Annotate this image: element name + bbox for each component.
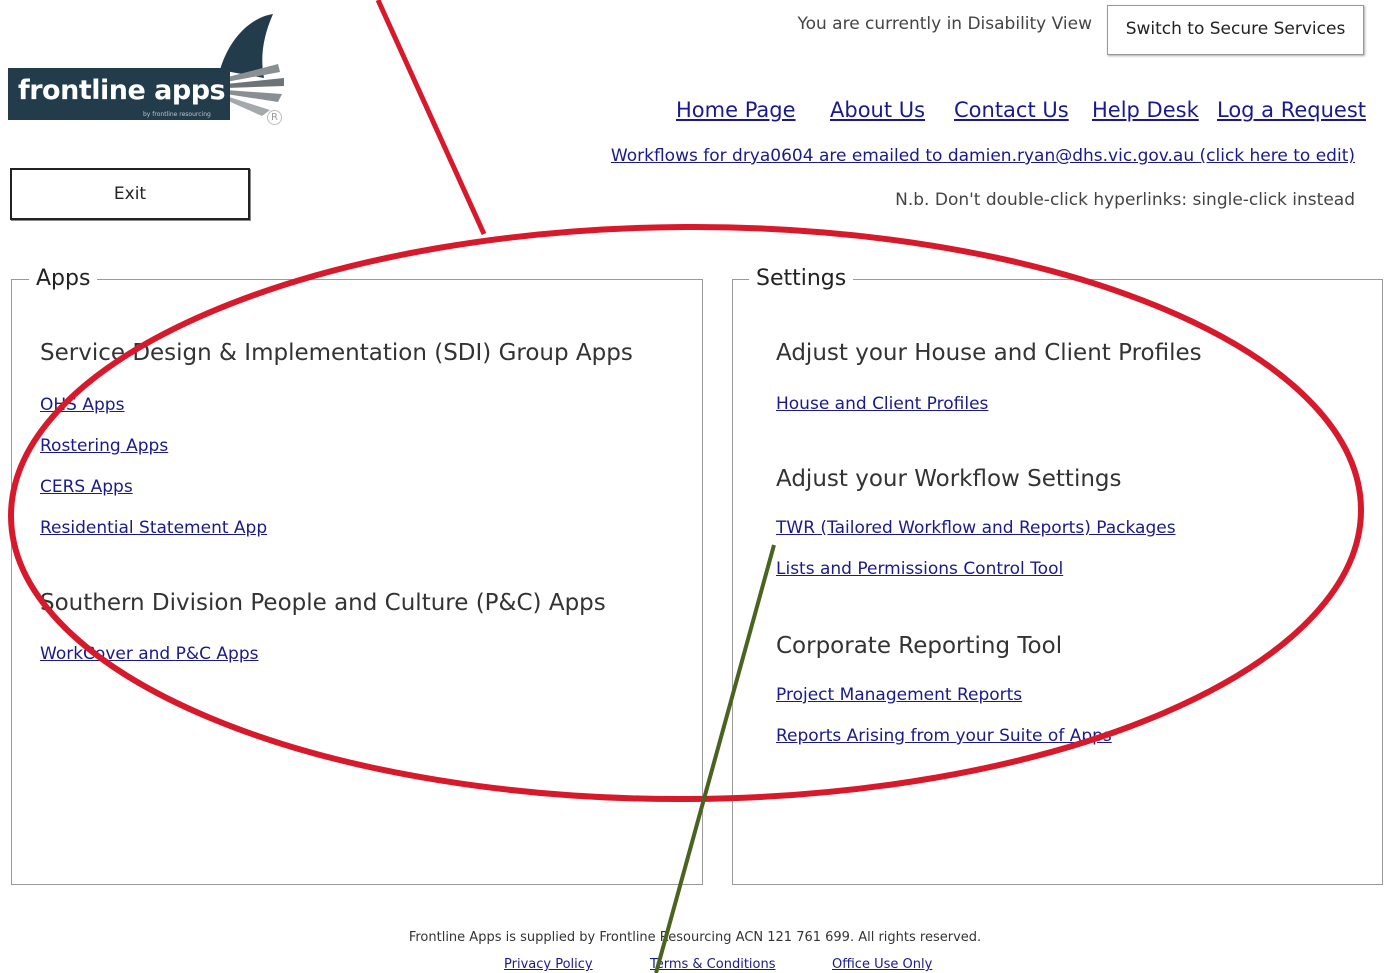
nav-log-a-request[interactable]: Log a Request: [1217, 98, 1366, 122]
footer-copyright: Frontline Apps is supplied by Frontline …: [408, 930, 982, 945]
apps-panel: Apps Service Design & Implementation (SD…: [11, 266, 703, 885]
residential-statement-app-link[interactable]: Residential Statement App: [40, 518, 267, 538]
current-view-text: You are currently in Disability View: [797, 14, 1092, 34]
corporate-reporting-heading: Corporate Reporting Tool: [776, 633, 1063, 659]
house-client-profiles-link[interactable]: House and Client Profiles: [776, 394, 988, 414]
logo-name: frontline apps: [18, 75, 226, 106]
nav-home-page[interactable]: Home Page: [676, 98, 796, 122]
project-management-reports-link[interactable]: Project Management Reports: [776, 685, 1022, 705]
workflow-settings-heading: Adjust your Workflow Settings: [776, 466, 1122, 492]
cers-apps-link[interactable]: CERS Apps: [40, 477, 133, 497]
pc-group-heading: Southern Division People and Culture (P&…: [40, 590, 606, 616]
registered-mark: R: [267, 110, 282, 125]
house-client-profiles-heading: Adjust your House and Client Profiles: [776, 340, 1202, 366]
exit-button[interactable]: Exit: [10, 168, 250, 220]
reports-suite-of-apps-link[interactable]: Reports Arising from your Suite of Apps: [776, 726, 1112, 746]
apps-legend: Apps: [29, 266, 98, 291]
twr-packages-link[interactable]: TWR (Tailored Workflow and Reports) Pack…: [776, 518, 1176, 538]
double-click-note: N.b. Don't double-click hyperlinks: sing…: [895, 190, 1355, 210]
settings-legend: Settings: [749, 266, 854, 291]
office-use-only-link[interactable]: Office Use Only: [832, 957, 932, 972]
frontline-apps-logo: frontline apps by frontline resourcing R: [8, 12, 293, 132]
nav-about-us[interactable]: About Us: [830, 98, 925, 122]
red-pointer-line: [375, 0, 487, 236]
lists-permissions-tool-link[interactable]: Lists and Permissions Control Tool: [776, 559, 1063, 579]
privacy-policy-link[interactable]: Privacy Policy: [504, 957, 593, 972]
settings-panel: Settings Adjust your House and Client Pr…: [732, 266, 1383, 885]
workcover-pc-apps-link[interactable]: WorkCover and P&C Apps: [40, 644, 258, 664]
sdi-group-heading: Service Design & Implementation (SDI) Gr…: [40, 340, 633, 366]
workflow-email-link[interactable]: Workflows for drya0604 are emailed to da…: [611, 146, 1355, 166]
terms-conditions-link[interactable]: Terms & Conditions: [650, 957, 776, 972]
logo-tagline: by frontline resourcing: [143, 111, 211, 118]
switch-to-secure-services-button[interactable]: Switch to Secure Services: [1107, 5, 1364, 55]
ohs-apps-link[interactable]: OHS Apps: [40, 395, 124, 415]
nav-help-desk[interactable]: Help Desk: [1092, 98, 1199, 122]
rostering-apps-link[interactable]: Rostering Apps: [40, 436, 168, 456]
nav-contact-us[interactable]: Contact Us: [954, 98, 1069, 122]
